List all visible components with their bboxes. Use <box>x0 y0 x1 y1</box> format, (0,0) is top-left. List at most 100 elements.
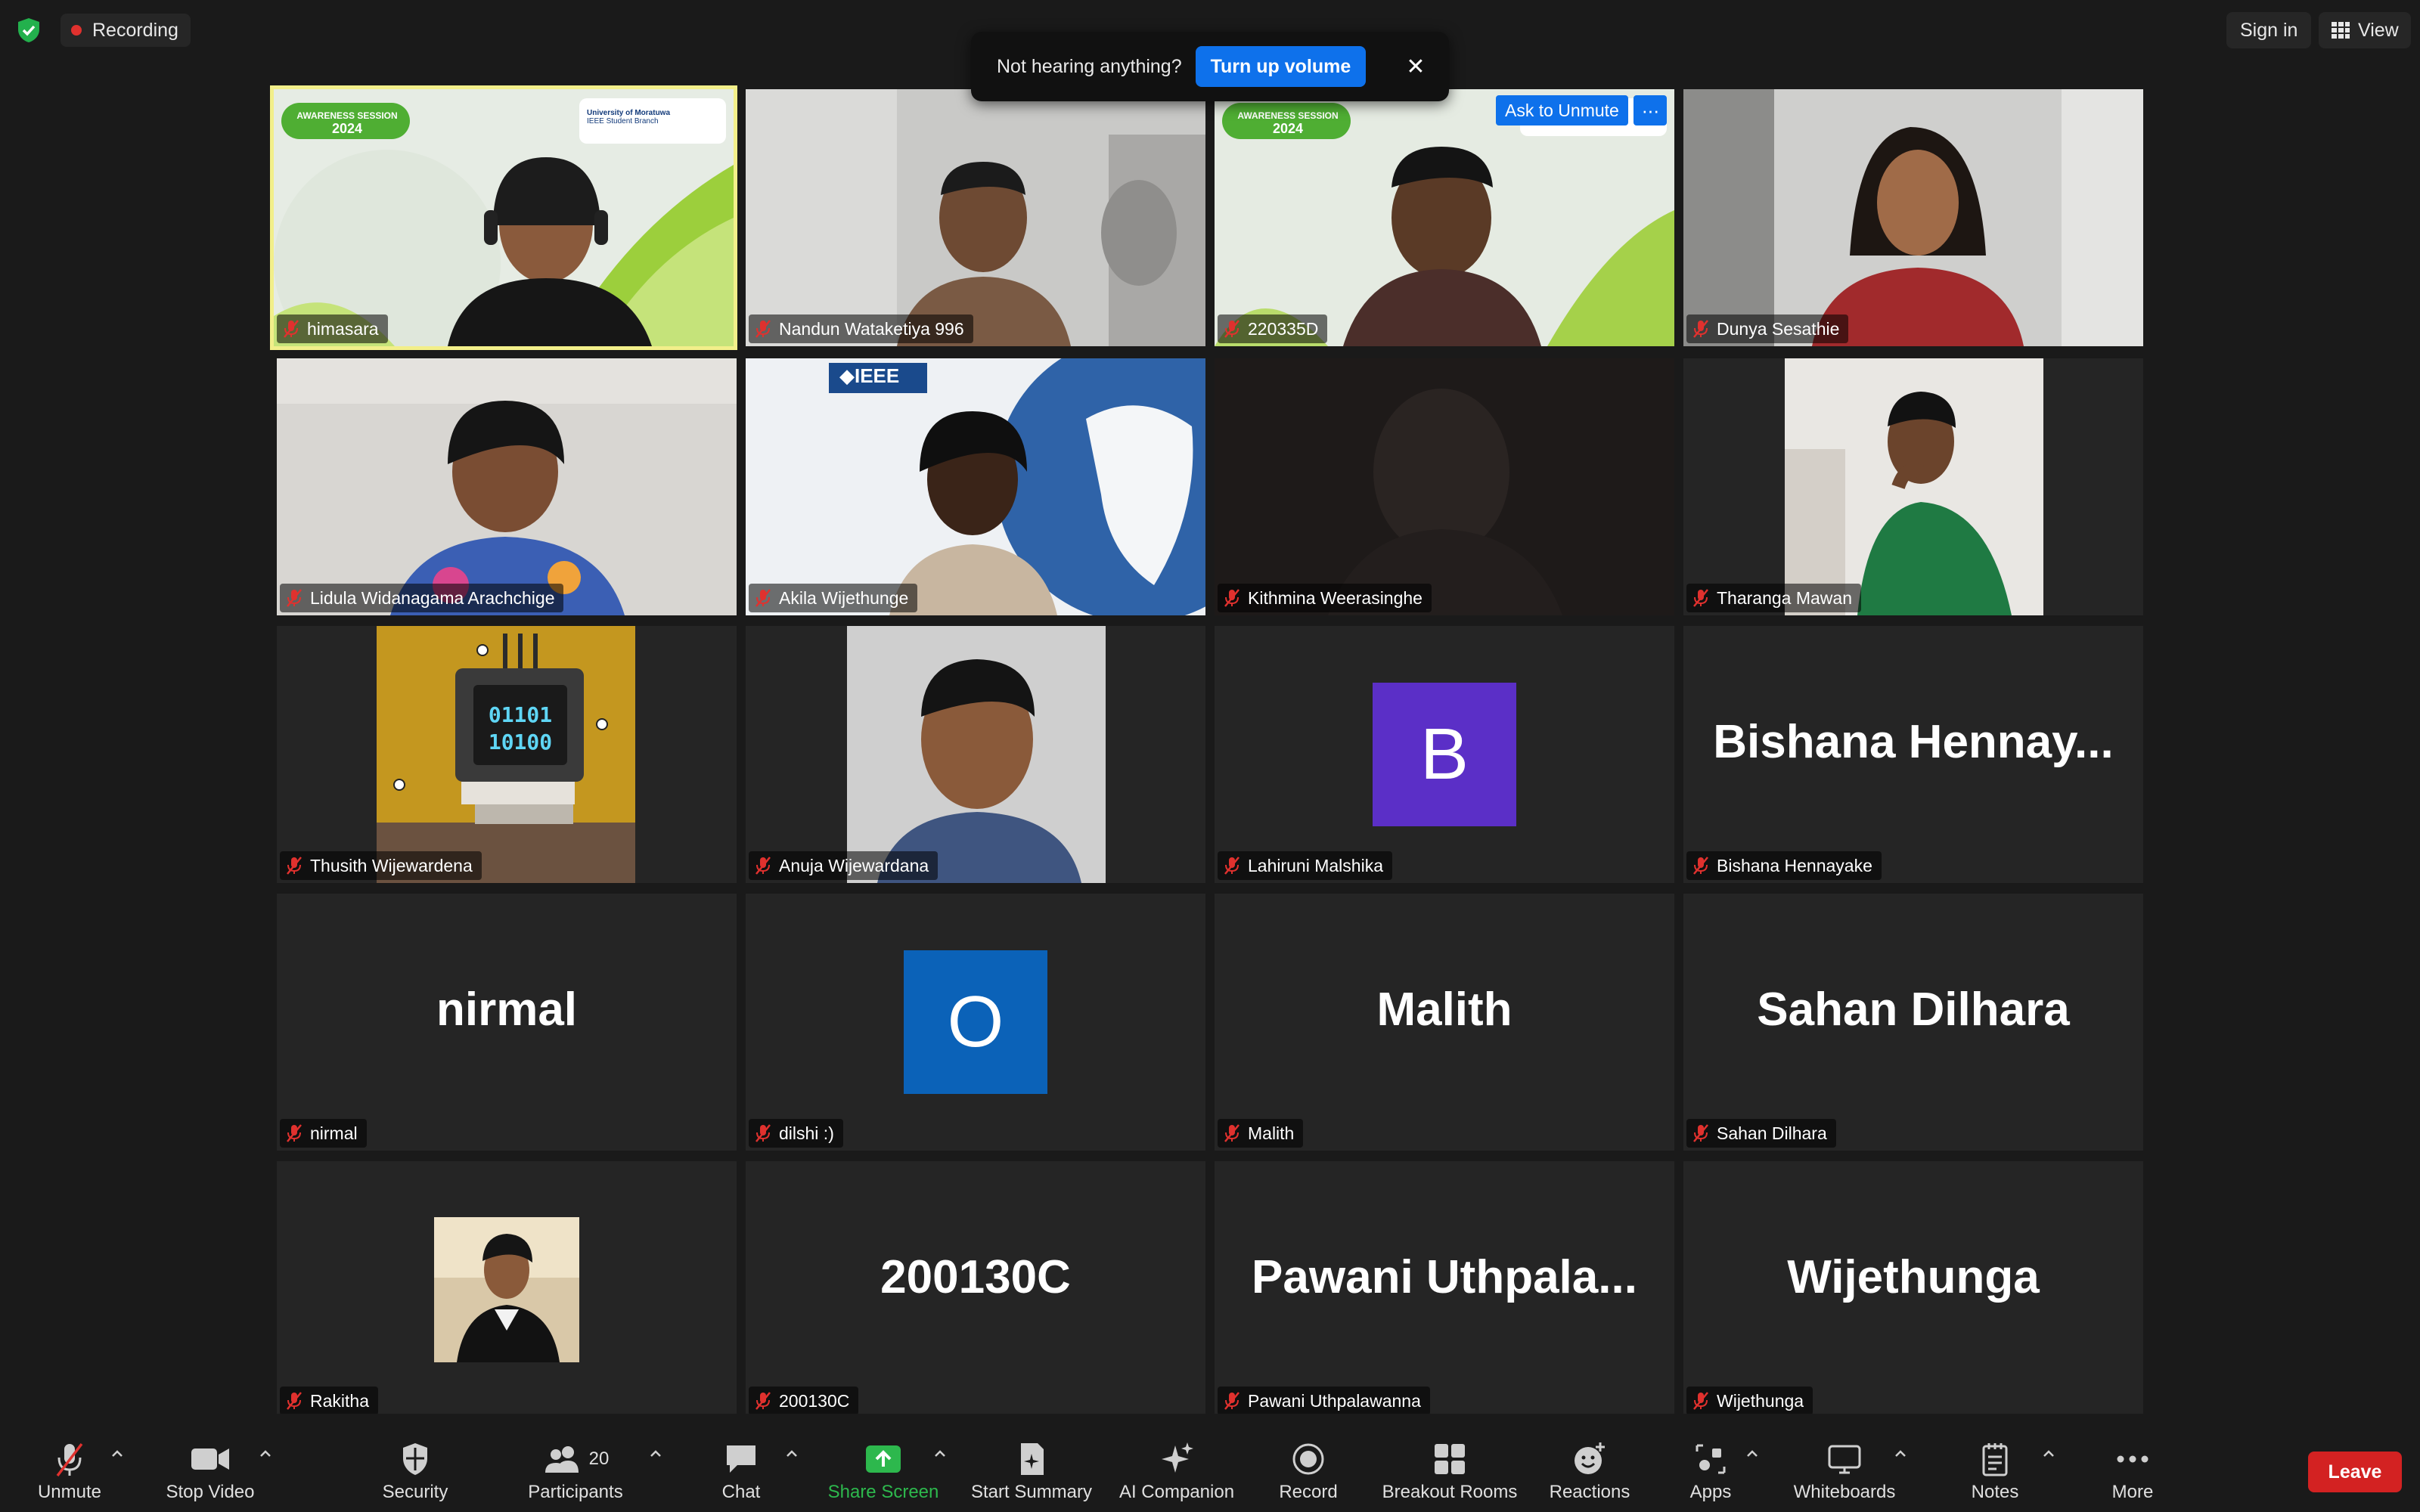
audio-options-chevron-icon[interactable] <box>109 1445 126 1462</box>
chat-bubble-icon <box>727 1445 755 1473</box>
participant-display-name: Pawani Uthpala... <box>1252 1251 1637 1303</box>
notes-icon <box>1982 1443 2008 1476</box>
view-label: View <box>2358 19 2399 41</box>
grid-view-icon <box>2332 22 2350 39</box>
notes-button[interactable]: Notes <box>1957 1414 2033 1512</box>
view-button[interactable]: View <box>2319 12 2411 48</box>
reactions-button[interactable]: Reactions <box>1543 1414 1637 1512</box>
participant-display-name: nirmal <box>436 984 578 1036</box>
summary-document-icon <box>1021 1443 1044 1475</box>
participant-tile[interactable]: Kithmina Weerasinghe <box>1215 358 1674 615</box>
participant-name-bar: Malith <box>1218 1119 1304 1148</box>
participants-options-chevron-icon[interactable] <box>647 1445 664 1462</box>
binary-screen: 01101 10100 <box>473 702 567 756</box>
participant-name: Pawani Uthpalawanna <box>1248 1390 1421 1411</box>
mic-muted-icon <box>287 857 302 875</box>
org-line-2: IEEE Student Branch <box>587 117 659 125</box>
participant-tile[interactable]: AWARENESS SESSION 2024 University of Mor… <box>270 85 737 350</box>
breakout-rooms-button[interactable]: Breakout Rooms <box>1376 1414 1523 1512</box>
profile-photo <box>847 626 1106 883</box>
share-screen-button[interactable]: Share Screen <box>821 1414 945 1512</box>
reactions-label: Reactions <box>1549 1482 1630 1502</box>
security-shield-icon <box>403 1443 427 1475</box>
mic-muted-icon <box>755 320 771 338</box>
mic-muted-icon <box>755 589 771 607</box>
participant-display-name: Bishana Hennay... <box>1713 716 2114 768</box>
participant-tile[interactable]: Wijethunga Wijethunga <box>1683 1161 2143 1418</box>
recording-indicator[interactable]: Recording <box>60 14 191 47</box>
close-notification-icon[interactable]: ✕ <box>1401 51 1431 82</box>
mic-muted-icon <box>287 589 302 607</box>
participants-count: 20 <box>588 1448 610 1469</box>
chat-options-chevron-icon[interactable] <box>783 1445 800 1462</box>
participant-tile[interactable]: Bishana Hennay... Bishana Hennayake <box>1683 626 2143 883</box>
mic-muted-icon <box>755 1124 771 1142</box>
participant-tile[interactable]: B Lahiruni Malshika <box>1215 626 1674 883</box>
mic-muted-icon <box>284 320 299 338</box>
apps-button[interactable]: Apps <box>1676 1414 1745 1512</box>
record-icon <box>1292 1443 1324 1475</box>
record-button[interactable]: Record <box>1270 1414 1346 1512</box>
unmute-button[interactable]: Unmute <box>23 1414 116 1512</box>
participant-name-bar: Rakitha <box>280 1387 378 1415</box>
turn-up-volume-button[interactable]: Turn up volume <box>1195 46 1367 87</box>
participant-tile[interactable]: Tharanga Mawan <box>1683 358 2143 615</box>
profile-photo <box>434 1217 579 1362</box>
participant-name-bar: 200130C <box>749 1387 859 1415</box>
ai-companion-button[interactable]: AI Companion <box>1109 1414 1245 1512</box>
whiteboards-options-chevron-icon[interactable] <box>1892 1445 1909 1462</box>
whiteboards-button[interactable]: Whiteboards <box>1786 1414 1903 1512</box>
participant-name: himasara <box>307 318 379 339</box>
breakout-rooms-label: Breakout Rooms <box>1382 1482 1518 1502</box>
start-summary-button[interactable]: Start Summary <box>963 1414 1100 1512</box>
participant-name-bar: Sahan Dilhara <box>1686 1119 1836 1148</box>
participant-display-name: Sahan Dilhara <box>1757 984 2070 1036</box>
more-button[interactable]: More <box>2095 1414 2170 1512</box>
participant-name-bar: Thusith Wijewardena <box>280 851 482 880</box>
participant-tile[interactable]: Dunya Sesathie <box>1683 89 2143 346</box>
participant-name: Sahan Dilhara <box>1717 1123 1827 1143</box>
participant-tile[interactable]: 01101 10100 Thusith Wijewardena <box>277 626 737 883</box>
participant-tile[interactable]: AWARENESS SESSION 2024 220335D <box>1215 89 1674 346</box>
participant-tile[interactable]: O dilshi :) <box>746 894 1205 1151</box>
mic-muted-icon <box>755 1392 771 1410</box>
participant-video <box>277 358 737 615</box>
ask-to-unmute-button[interactable]: Ask to Unmute <box>1496 95 1628 125</box>
participant-avatar: O <box>904 950 1047 1094</box>
ai-companion-label: AI Companion <box>1118 1482 1235 1502</box>
participants-button[interactable]: 20 Participants <box>514 1414 637 1512</box>
participant-name: Tharanga Mawan <box>1717 587 1852 608</box>
more-label: More <box>2111 1482 2154 1502</box>
chat-button[interactable]: Chat <box>703 1414 779 1512</box>
participant-name: Anuja Wijewardana <box>779 855 929 875</box>
participant-tile[interactable]: Malith Malith <box>1215 894 1674 1151</box>
participant-tile[interactable]: ◆IEEE Akila Wijethunge <box>746 358 1205 615</box>
participant-tile[interactable]: nirmal nirmal <box>277 894 737 1151</box>
sign-in-button[interactable]: Sign in <box>2226 12 2312 48</box>
stop-video-button[interactable]: Stop Video <box>156 1414 265 1512</box>
participant-name-bar: Tharanga Mawan <box>1686 584 1861 612</box>
participant-tile[interactable]: Nandun Wataketiya 996 <box>746 89 1205 346</box>
participant-video <box>1683 89 2143 346</box>
participant-tile[interactable]: Sahan Dilhara Sahan Dilhara <box>1683 894 2143 1151</box>
participant-tile[interactable]: Anuja Wijewardana <box>746 626 1205 883</box>
participant-name: Akila Wijethunge <box>779 587 909 608</box>
share-options-chevron-icon[interactable] <box>932 1445 948 1462</box>
participant-display-name: Malith <box>1376 984 1512 1036</box>
security-button[interactable]: Security <box>368 1414 463 1512</box>
participant-tile[interactable]: 200130C 200130C <box>746 1161 1205 1418</box>
video-options-chevron-icon[interactable] <box>257 1445 274 1462</box>
notes-options-chevron-icon[interactable] <box>2040 1445 2057 1462</box>
apps-options-chevron-icon[interactable] <box>1744 1445 1761 1462</box>
participant-tile[interactable]: Rakitha <box>277 1161 737 1418</box>
encryption-shield-icon[interactable] <box>15 17 42 44</box>
video-camera-icon <box>191 1448 229 1470</box>
participant-name: Bishana Hennayake <box>1717 855 1872 875</box>
participant-tile[interactable]: Pawani Uthpala... Pawani Uthpalawanna <box>1215 1161 1674 1418</box>
participant-tile[interactable]: Lidula Widanagama Arachchige <box>277 358 737 615</box>
leave-meeting-button[interactable]: Leave <box>2308 1452 2402 1492</box>
more-options-icon[interactable]: ··· <box>1634 95 1667 125</box>
record-label: Record <box>1279 1482 1338 1502</box>
mic-muted-icon <box>1224 1392 1239 1410</box>
participant-name-bar: Lahiruni Malshika <box>1218 851 1392 880</box>
